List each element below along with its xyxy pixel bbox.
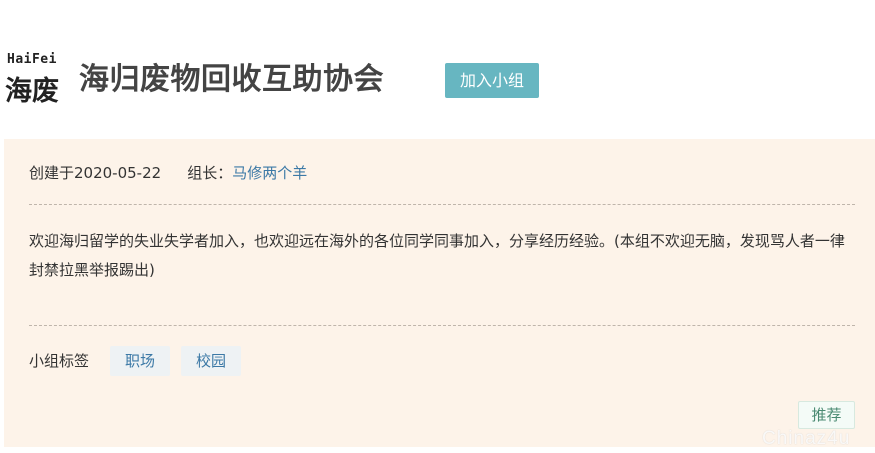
- divider: [29, 325, 855, 326]
- leader-link[interactable]: 马修两个羊: [232, 164, 307, 182]
- group-header: HaiFei 海废 海归废物回收互助协会 加入小组: [0, 0, 875, 132]
- divider: [29, 204, 855, 205]
- watermark: Chinaz4u: [762, 428, 851, 449]
- tags-label: 小组标签: [29, 352, 90, 370]
- group-info-panel: 创建于2020-05-22 组长：马修两个羊 欢迎海归留学的失业失学者加入，也欢迎…: [4, 139, 875, 447]
- group-meta: 创建于2020-05-22 组长：马修两个羊: [29, 163, 307, 183]
- created-date: 创建于2020-05-22: [29, 164, 162, 182]
- tag-item[interactable]: 校园: [181, 346, 242, 376]
- join-group-button[interactable]: 加入小组: [445, 63, 539, 98]
- group-title: 海归废物回收互助协会: [79, 62, 384, 97]
- leader-label: 组长：: [187, 164, 233, 182]
- tag-item[interactable]: 职场: [110, 346, 171, 376]
- group-logo: HaiFei 海废: [5, 52, 67, 112]
- group-description: 欢迎海归留学的失业失学者加入，也欢迎远在海外的各位同学同事加入，分享经历经验。(…: [29, 232, 845, 279]
- logo-latin-text: HaiFei: [7, 52, 57, 67]
- logo-chinese-text: 海废: [5, 76, 59, 107]
- recommend-button[interactable]: 推荐: [798, 401, 855, 429]
